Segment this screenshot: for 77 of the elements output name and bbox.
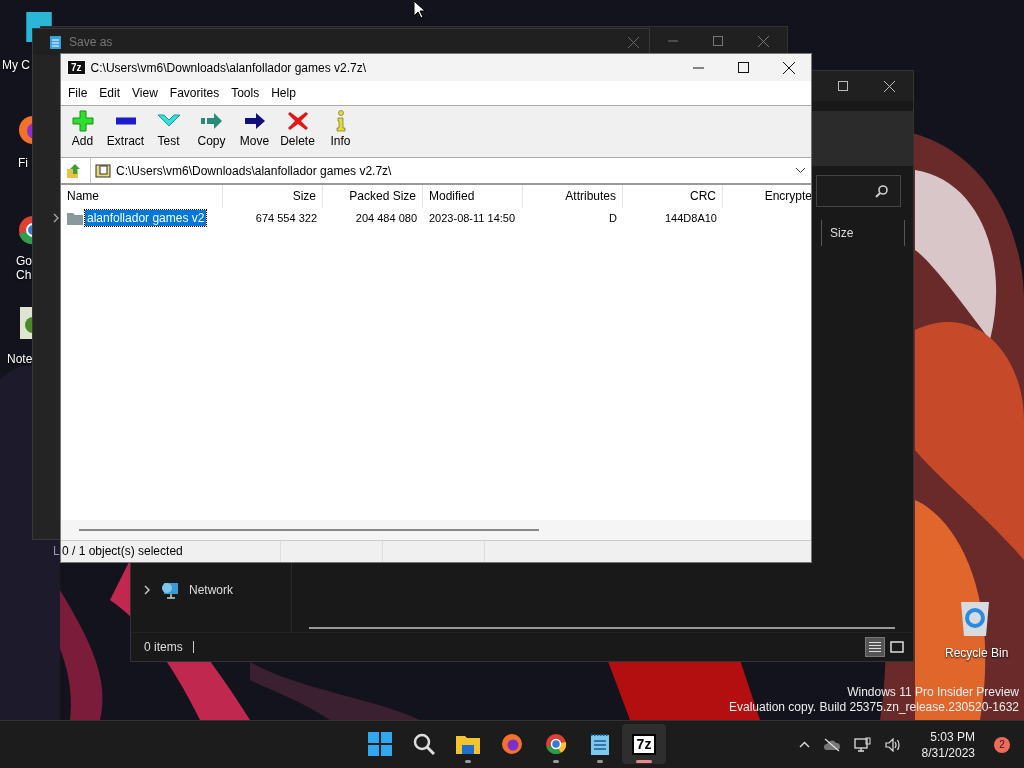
folder-up-icon[interactable] (66, 162, 82, 179)
volume-icon[interactable] (884, 737, 901, 752)
maximize-icon[interactable] (838, 81, 848, 91)
menu-item[interactable]: View (126, 86, 164, 100)
maximize-icon[interactable] (738, 62, 749, 73)
menu-item[interactable]: Favorites (163, 86, 226, 100)
network-icon[interactable] (853, 736, 872, 753)
folder-icon (456, 734, 480, 754)
notepad-icon (50, 35, 61, 49)
list-icon (868, 641, 882, 653)
search-icon (875, 184, 888, 198)
status-text: 0 / 1 object(s) selected (61, 541, 281, 562)
arrow-right-icon (199, 110, 224, 132)
button-label: L (53, 544, 60, 558)
desktop-icon-label: My C (2, 58, 30, 72)
desktop-icon-label: Fi (18, 156, 28, 170)
column-header[interactable]: CRC (623, 185, 723, 208)
chevron-icon (144, 585, 151, 595)
move-button[interactable]: Move (233, 106, 276, 157)
table-cell: 204 484 080 (355, 212, 417, 224)
menu-item[interactable]: Tools (225, 86, 266, 100)
browser-icon (501, 733, 523, 755)
details-view-button[interactable] (865, 637, 885, 657)
network-icon (161, 581, 179, 599)
taskbar-app[interactable]: 7z (622, 724, 666, 764)
arrow-right-icon (242, 110, 267, 132)
column-header[interactable]: Modified (423, 185, 523, 208)
notification-badge[interactable]: 2 (994, 736, 1010, 753)
tile-icon (890, 641, 904, 653)
dialog-title: Save as (69, 35, 113, 49)
column-header[interactable]: Attributes (523, 185, 623, 208)
column-header[interactable]: Size (223, 185, 323, 208)
archive-icon (95, 163, 111, 178)
cloud-off-icon[interactable] (822, 737, 841, 752)
close-icon[interactable] (783, 61, 795, 74)
search-field[interactable] (816, 175, 901, 207)
column-header[interactable]: Name (61, 185, 223, 208)
column-header[interactable]: Size (821, 220, 905, 246)
test-button[interactable]: Test (147, 106, 190, 157)
table-cell: D (609, 212, 617, 224)
add-button[interactable]: Add (61, 106, 104, 157)
extract-button[interactable]: Extract (104, 106, 147, 157)
desktop-icon-label: Note (7, 352, 33, 366)
table-cell: 144D8A10 (665, 212, 717, 224)
menu-item[interactable]: Help (265, 86, 302, 100)
delete-button[interactable]: Delete (276, 106, 319, 157)
status-text: 0 items (144, 641, 194, 653)
minus-icon (113, 117, 138, 125)
close-icon[interactable] (884, 80, 895, 92)
file-name[interactable]: alanfollador games v2 (85, 210, 207, 226)
app-logo: 7z (631, 733, 657, 755)
mouse-cursor-icon (413, 0, 425, 19)
table-cell: 2023-08-11 14:50 (429, 212, 516, 224)
minimize-icon[interactable] (693, 66, 704, 69)
search-icon (413, 733, 435, 755)
table-cell: 674 554 322 (255, 212, 317, 224)
app-logo: 7z (68, 61, 85, 74)
folder-icon (67, 211, 83, 225)
info-button[interactable]: Info (319, 106, 362, 157)
scrollbar-thumb[interactable] (79, 529, 539, 531)
column-header[interactable]: Packed Size (323, 185, 423, 208)
menu-item[interactable]: Edit (93, 86, 127, 100)
copy-button[interactable]: Copy (190, 106, 233, 157)
scrollbar-thumb[interactable] (309, 627, 895, 629)
window-title: C:\Users\vm6\Downloads\alanfollador games v2.7z\ (90, 60, 367, 75)
column-header[interactable]: Encrypte (723, 185, 811, 208)
dropdown-icon[interactable] (796, 168, 805, 173)
chevron-icon[interactable] (53, 213, 59, 223)
chevron-up-icon[interactable] (798, 741, 810, 748)
windows-logo-icon (368, 732, 392, 756)
desktop-icon-label: Go Ch (16, 254, 32, 282)
plus-icon (70, 110, 95, 132)
browser-icon (545, 733, 567, 755)
menu-item[interactable]: File (62, 86, 94, 100)
clock[interactable]: 5:03 PM 8/31/2023 (921, 728, 975, 761)
sidebar-item[interactable]: Network (131, 578, 291, 602)
notepad-icon (591, 733, 609, 755)
